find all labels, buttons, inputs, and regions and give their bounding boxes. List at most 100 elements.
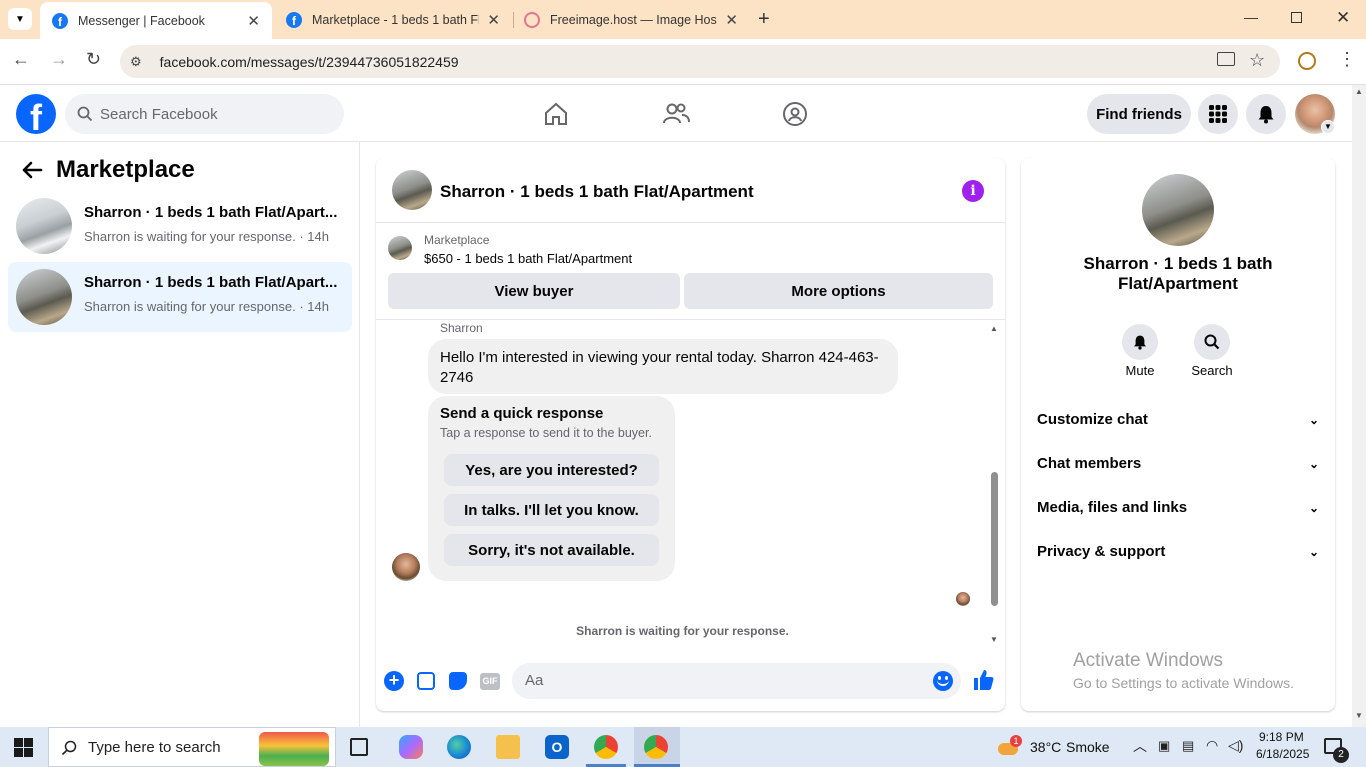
chat-members-row[interactable]: Chat members ⌄ — [1037, 455, 1319, 472]
minimize-window-icon[interactable]: — — [1244, 9, 1258, 25]
friends-icon[interactable] — [662, 101, 690, 127]
conversation-item-selected[interactable]: Sharron · 1 beds 1 bath Flat/Apart... Sh… — [8, 262, 352, 332]
task-view-icon[interactable] — [350, 738, 368, 756]
chrome-profile-m-icon[interactable] — [594, 735, 618, 759]
info-icon[interactable]: i — [962, 180, 984, 202]
browser-menu-icon[interactable]: ⋮ — [1338, 49, 1356, 70]
file-explorer-icon[interactable] — [496, 735, 520, 759]
chat-title[interactable]: Sharron · 1 beds 1 bath Flat/Apartment — [440, 182, 754, 202]
groups-icon[interactable] — [782, 101, 808, 127]
chrome-icon[interactable] — [644, 735, 668, 759]
bookmark-star-icon[interactable]: ☆ — [1249, 50, 1265, 71]
close-tab-icon[interactable]: ✕ — [725, 11, 738, 29]
browser-tab-strip: ▼ f Messenger | Facebook ✕ f Marketplace… — [0, 0, 1366, 39]
back-arrow-icon[interactable]: ← — [12, 49, 30, 70]
volume-icon[interactable]: ◁) — [1228, 737, 1243, 754]
windows-taskbar: Type here to search O 1 38°C Smoke ︿ ▣ ▤… — [0, 727, 1366, 767]
sender-name: Sharron — [440, 321, 483, 335]
restore-window-icon[interactable] — [1291, 12, 1302, 23]
facebook-logo-icon[interactable]: f — [16, 94, 56, 134]
scroll-down-icon[interactable]: ▼ — [1355, 711, 1363, 720]
listing-detail[interactable]: $650 - 1 beds 1 bath Flat/Apartment — [424, 251, 632, 266]
forward-arrow-icon[interactable]: → — [50, 49, 68, 70]
install-app-icon[interactable] — [1217, 52, 1235, 66]
more-options-button[interactable]: More options — [684, 273, 993, 309]
new-tab-plus-icon[interactable]: + — [758, 8, 770, 31]
photo-icon[interactable] — [417, 672, 435, 690]
quick-reply-button[interactable]: Yes, are you interested? — [444, 454, 659, 486]
notifications-button[interactable] — [1246, 94, 1286, 134]
back-arrow-icon[interactable] — [21, 161, 43, 179]
reload-icon[interactable]: ↻ — [86, 49, 101, 70]
network-device-icon[interactable]: ▤ — [1182, 738, 1194, 754]
site-info-icon[interactable]: ⚙ — [130, 54, 142, 70]
meet-now-icon[interactable]: ▣ — [1158, 738, 1170, 754]
view-buyer-button[interactable]: View buyer — [388, 273, 680, 309]
conversation-thumbnail — [16, 269, 72, 325]
marketplace-sidebar: Marketplace Sharron · 1 beds 1 bath Flat… — [0, 142, 360, 727]
media-files-links-row[interactable]: Media, files and links ⌄ — [1037, 499, 1319, 516]
tab-search-button[interactable]: ▼ — [8, 8, 32, 30]
home-icon[interactable] — [543, 101, 569, 127]
privacy-support-row[interactable]: Privacy & support ⌄ — [1037, 543, 1319, 560]
page-scrollbar[interactable]: ▲ ▼ — [1352, 85, 1366, 727]
message-input[interactable]: Aa — [512, 663, 961, 699]
find-friends-label: Find friends — [1096, 105, 1182, 123]
scroll-up-icon[interactable]: ▲ — [990, 324, 998, 333]
tab-title: Messenger | Facebook — [78, 13, 205, 28]
customize-chat-row[interactable]: Customize chat ⌄ — [1037, 411, 1319, 428]
gif-icon[interactable]: GIF — [480, 673, 500, 690]
mute-button[interactable] — [1122, 324, 1158, 360]
conversation-title: Sharron · 1 beds 1 bath Flat/Apart... — [84, 274, 338, 291]
chevron-down-icon[interactable]: ▼ — [1321, 120, 1335, 134]
message-placeholder: Aa — [525, 672, 544, 689]
clock-date[interactable]: 6/18/2025 — [1256, 747, 1309, 761]
scroll-up-icon[interactable]: ▲ — [1355, 87, 1363, 96]
menu-button[interactable] — [1198, 94, 1238, 134]
facebook-search-input[interactable]: Search Facebook — [65, 94, 344, 134]
sticker-icon[interactable] — [449, 672, 467, 690]
notification-count-badge: 2 — [1333, 747, 1349, 763]
weather-description[interactable]: Smoke — [1066, 739, 1110, 755]
address-bar[interactable]: ⚙ facebook.com/messages/t/23944736051822… — [120, 45, 1280, 78]
conversation-item[interactable]: Sharron · 1 beds 1 bath Flat/Apart... Sh… — [8, 192, 352, 262]
clock-time[interactable]: 9:18 PM — [1259, 730, 1304, 744]
sender-avatar[interactable] — [392, 553, 420, 581]
close-window-icon[interactable]: ✕ — [1336, 8, 1350, 28]
tab-freeimage[interactable]: Freeimage.host — Image Hostin ✕ — [512, 0, 750, 39]
quick-reply-label: Yes, are you interested? — [465, 461, 638, 479]
activate-windows-subtitle: Go to Settings to activate Windows. — [1073, 675, 1294, 691]
close-tab-icon[interactable]: ✕ — [247, 12, 260, 30]
close-tab-icon[interactable]: ✕ — [487, 11, 500, 29]
search-in-chat-button[interactable] — [1194, 324, 1230, 360]
taskbar-search-box[interactable]: Type here to search — [48, 727, 336, 767]
message-bubble[interactable]: Hello I'm interested in viewing your ren… — [428, 339, 898, 394]
profile-icon[interactable] — [1298, 52, 1316, 70]
copilot-icon[interactable] — [399, 735, 423, 759]
details-avatar[interactable] — [1142, 174, 1214, 246]
edge-icon[interactable] — [447, 735, 471, 759]
show-hidden-icons-chevron-icon[interactable]: ︿ — [1133, 736, 1147, 756]
find-friends-button[interactable]: Find friends — [1087, 94, 1191, 134]
section-label: Chat members — [1037, 455, 1142, 472]
scroll-down-icon[interactable]: ▼ — [990, 635, 998, 644]
tab-marketplace[interactable]: f Marketplace - 1 beds 1 bath Fla ✕ — [274, 0, 512, 39]
quick-reply-button[interactable]: In talks. I'll let you know. — [444, 494, 659, 526]
chat-avatar[interactable] — [392, 170, 432, 210]
thumbs-up-icon[interactable] — [972, 669, 994, 691]
wifi-icon[interactable]: ◠ — [1206, 737, 1218, 754]
outlook-icon[interactable]: O — [545, 735, 569, 759]
chat-scrollbar[interactable]: ▲ ▼ — [989, 322, 1001, 648]
quick-reply-button[interactable]: Sorry, it's not available. — [444, 534, 659, 566]
scroll-thumb[interactable] — [991, 472, 998, 606]
chevron-down-icon: ⌄ — [1308, 412, 1319, 427]
weather-temp[interactable]: 38°C — [1030, 739, 1061, 755]
chat-panel: Sharron · 1 beds 1 bath Flat/Apartment i… — [376, 158, 1005, 711]
tab-messenger[interactable]: f Messenger | Facebook ✕ — [40, 2, 272, 39]
windows-start-icon[interactable] — [14, 738, 33, 757]
bell-icon — [1134, 335, 1146, 350]
url-text: facebook.com/messages/t/2394473605182245… — [159, 53, 459, 70]
emoji-icon[interactable] — [933, 671, 953, 691]
weather-widget-icon[interactable]: 1 — [998, 735, 1022, 757]
plus-icon[interactable]: + — [384, 671, 404, 691]
